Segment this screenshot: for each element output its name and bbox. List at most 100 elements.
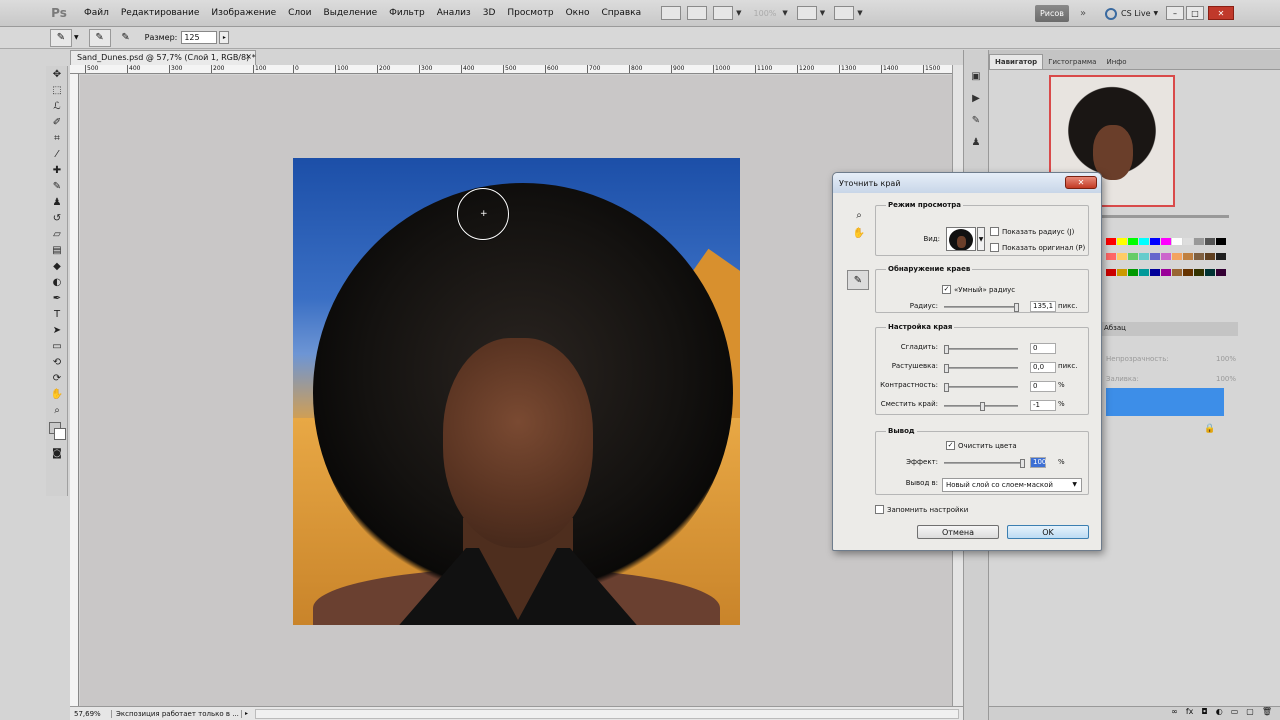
slider-thumb[interactable] <box>1020 459 1025 468</box>
color-swatch[interactable] <box>1128 238 1138 245</box>
chevron-down-icon[interactable]: ▼ <box>736 9 741 17</box>
fx-icon[interactable]: fx <box>1186 707 1194 720</box>
radius-slider[interactable] <box>944 303 1019 312</box>
chevron-down-icon[interactable]: ▼ <box>74 34 79 41</box>
expand-workspaces-button[interactable]: » <box>1073 5 1093 22</box>
quick-mask-icon[interactable]: ◙ <box>48 446 66 461</box>
remember-settings-checkbox[interactable]: Запомнить настройки <box>875 505 968 514</box>
color-swatch[interactable] <box>1161 253 1171 261</box>
actions-panel-icon[interactable]: ▶ <box>967 90 985 106</box>
color-swatch[interactable] <box>1205 253 1215 261</box>
chevron-down-icon[interactable]: ▼ <box>977 227 985 251</box>
quick-selection-tool-icon[interactable]: ✐ <box>48 115 66 130</box>
checkbox-checked[interactable]: ✓ <box>942 285 951 294</box>
tab-navigator[interactable]: Навигатор <box>989 54 1044 69</box>
erase-refinements-button[interactable]: ✎ <box>115 29 137 47</box>
color-swatch[interactable] <box>1183 253 1193 261</box>
document-tab[interactable]: Sand_Dunes.psd @ 57,7% (Слой 1, RGB/8) *… <box>70 50 256 65</box>
decontaminate-checkbox[interactable]: ✓ Очистить цвета <box>946 441 1017 450</box>
color-swatch[interactable] <box>1216 238 1226 245</box>
status-menu-arrow[interactable]: ▸ <box>242 710 251 717</box>
link-layers-icon[interactable]: ∞ <box>1171 707 1178 720</box>
slider-thumb[interactable] <box>944 364 949 373</box>
cs-live-button[interactable]: CS Live ▼ <box>1105 5 1158 22</box>
slider-thumb[interactable] <box>980 402 985 411</box>
color-swatch[interactable] <box>1205 268 1215 276</box>
checkbox[interactable] <box>875 505 884 514</box>
color-swatch[interactable] <box>1172 238 1182 245</box>
window-close-button[interactable]: ✕ <box>1208 6 1234 20</box>
color-swatch[interactable] <box>1150 238 1160 245</box>
color-swatch[interactable] <box>1150 268 1160 276</box>
color-swatch[interactable] <box>1194 238 1204 245</box>
show-original-checkbox[interactable]: Показать оригинал (P) <box>990 243 1085 252</box>
color-swatch[interactable] <box>1139 238 1149 245</box>
slider-thumb[interactable] <box>944 383 949 392</box>
color-swatch[interactable] <box>1172 268 1182 276</box>
show-radius-checkbox[interactable]: Показать радиус (J) <box>990 227 1074 236</box>
arrange-documents-icon[interactable] <box>796 6 817 20</box>
color-swatch[interactable] <box>1161 268 1171 276</box>
color-swatch[interactable] <box>1161 238 1171 245</box>
tab-histogram[interactable]: Гистограмма <box>1043 55 1101 69</box>
color-swatch[interactable] <box>1139 268 1149 276</box>
color-swatch[interactable] <box>1106 253 1116 261</box>
zoom-level[interactable]: 100% <box>754 9 777 18</box>
dodge-tool-icon[interactable]: ◐ <box>48 275 66 290</box>
menu-select[interactable]: Выделение <box>318 8 384 18</box>
chevron-down-icon[interactable]: ▼ <box>857 9 862 17</box>
background-color-swatch[interactable] <box>54 428 66 440</box>
tab-paragraph[interactable]: Абзац <box>1098 322 1132 336</box>
view-mode-thumbnail[interactable] <box>946 227 976 251</box>
3d-rotate-tool-icon[interactable]: ⟲ <box>48 355 66 370</box>
cancel-button[interactable]: Отмена <box>917 525 999 539</box>
trash-icon[interactable]: 🗑 <box>1262 707 1272 720</box>
color-swatch[interactable] <box>1172 253 1182 261</box>
pen-tool-icon[interactable]: ✒ <box>48 291 66 306</box>
folder-icon[interactable]: ▭ <box>1231 707 1239 720</box>
menu-view[interactable]: Просмотр <box>501 8 559 18</box>
color-swatch[interactable] <box>1205 238 1215 245</box>
color-swatch[interactable] <box>1128 268 1138 276</box>
screen-mode-icon[interactable] <box>834 6 855 20</box>
color-swatch[interactable] <box>1216 253 1226 261</box>
refine-radius-button[interactable]: ✎ <box>88 28 111 47</box>
color-swatch[interactable] <box>1194 253 1204 261</box>
color-swatch[interactable] <box>1216 268 1226 276</box>
slider-thumb[interactable] <box>1014 303 1019 312</box>
lasso-tool-icon[interactable]: ℒ <box>48 99 66 114</box>
color-swatch[interactable] <box>1117 238 1127 245</box>
menu-window[interactable]: Окно <box>560 8 596 18</box>
checkbox-checked[interactable]: ✓ <box>946 441 955 450</box>
amount-slider[interactable] <box>944 459 1025 468</box>
color-swatch[interactable] <box>1194 268 1204 276</box>
size-dropdown-arrow[interactable]: ▸ <box>219 31 230 44</box>
color-swatch[interactable] <box>1117 253 1127 261</box>
contrast-slider[interactable] <box>944 383 1018 392</box>
feather-slider[interactable] <box>944 364 1018 373</box>
color-swatch[interactable] <box>1150 253 1160 261</box>
slider-thumb[interactable] <box>944 345 949 354</box>
new-layer-icon[interactable]: ▢ <box>1246 707 1254 720</box>
marquee-tool-icon[interactable]: ⬚ <box>48 83 66 98</box>
menu-3d[interactable]: 3D <box>477 8 502 18</box>
ruler-horizontal[interactable]: 500 400 300 200 100 0 100 200 300 400 50… <box>70 65 952 74</box>
menu-file[interactable]: Файл <box>78 8 115 18</box>
brush-tool-icon[interactable]: ✎ <box>48 179 66 194</box>
menu-analysis[interactable]: Анализ <box>431 8 477 18</box>
layer-row-selected[interactable] <box>1106 388 1224 416</box>
clone-source-icon[interactable]: ♟ <box>967 134 985 150</box>
blur-tool-icon[interactable]: ◆ <box>48 259 66 274</box>
zoom-icon[interactable]: ⌕ <box>849 207 869 223</box>
contrast-field[interactable]: 0 <box>1030 381 1056 392</box>
healing-brush-tool-icon[interactable]: ✚ <box>48 163 66 178</box>
history-panel-icon[interactable]: ▣ <box>967 68 985 84</box>
chevron-down-icon[interactable]: ▼ <box>820 9 825 17</box>
eraser-tool-icon[interactable]: ▱ <box>48 227 66 242</box>
menu-filter[interactable]: Фильтр <box>383 8 431 18</box>
chevron-down-icon[interactable]: ▼ <box>782 9 787 17</box>
refine-radius-tool-button[interactable]: ✎ <box>847 270 869 290</box>
amount-field[interactable]: 100 <box>1030 457 1046 468</box>
tab-info[interactable]: Инфо <box>1101 55 1131 69</box>
radius-field[interactable]: 135,1 <box>1030 301 1056 312</box>
